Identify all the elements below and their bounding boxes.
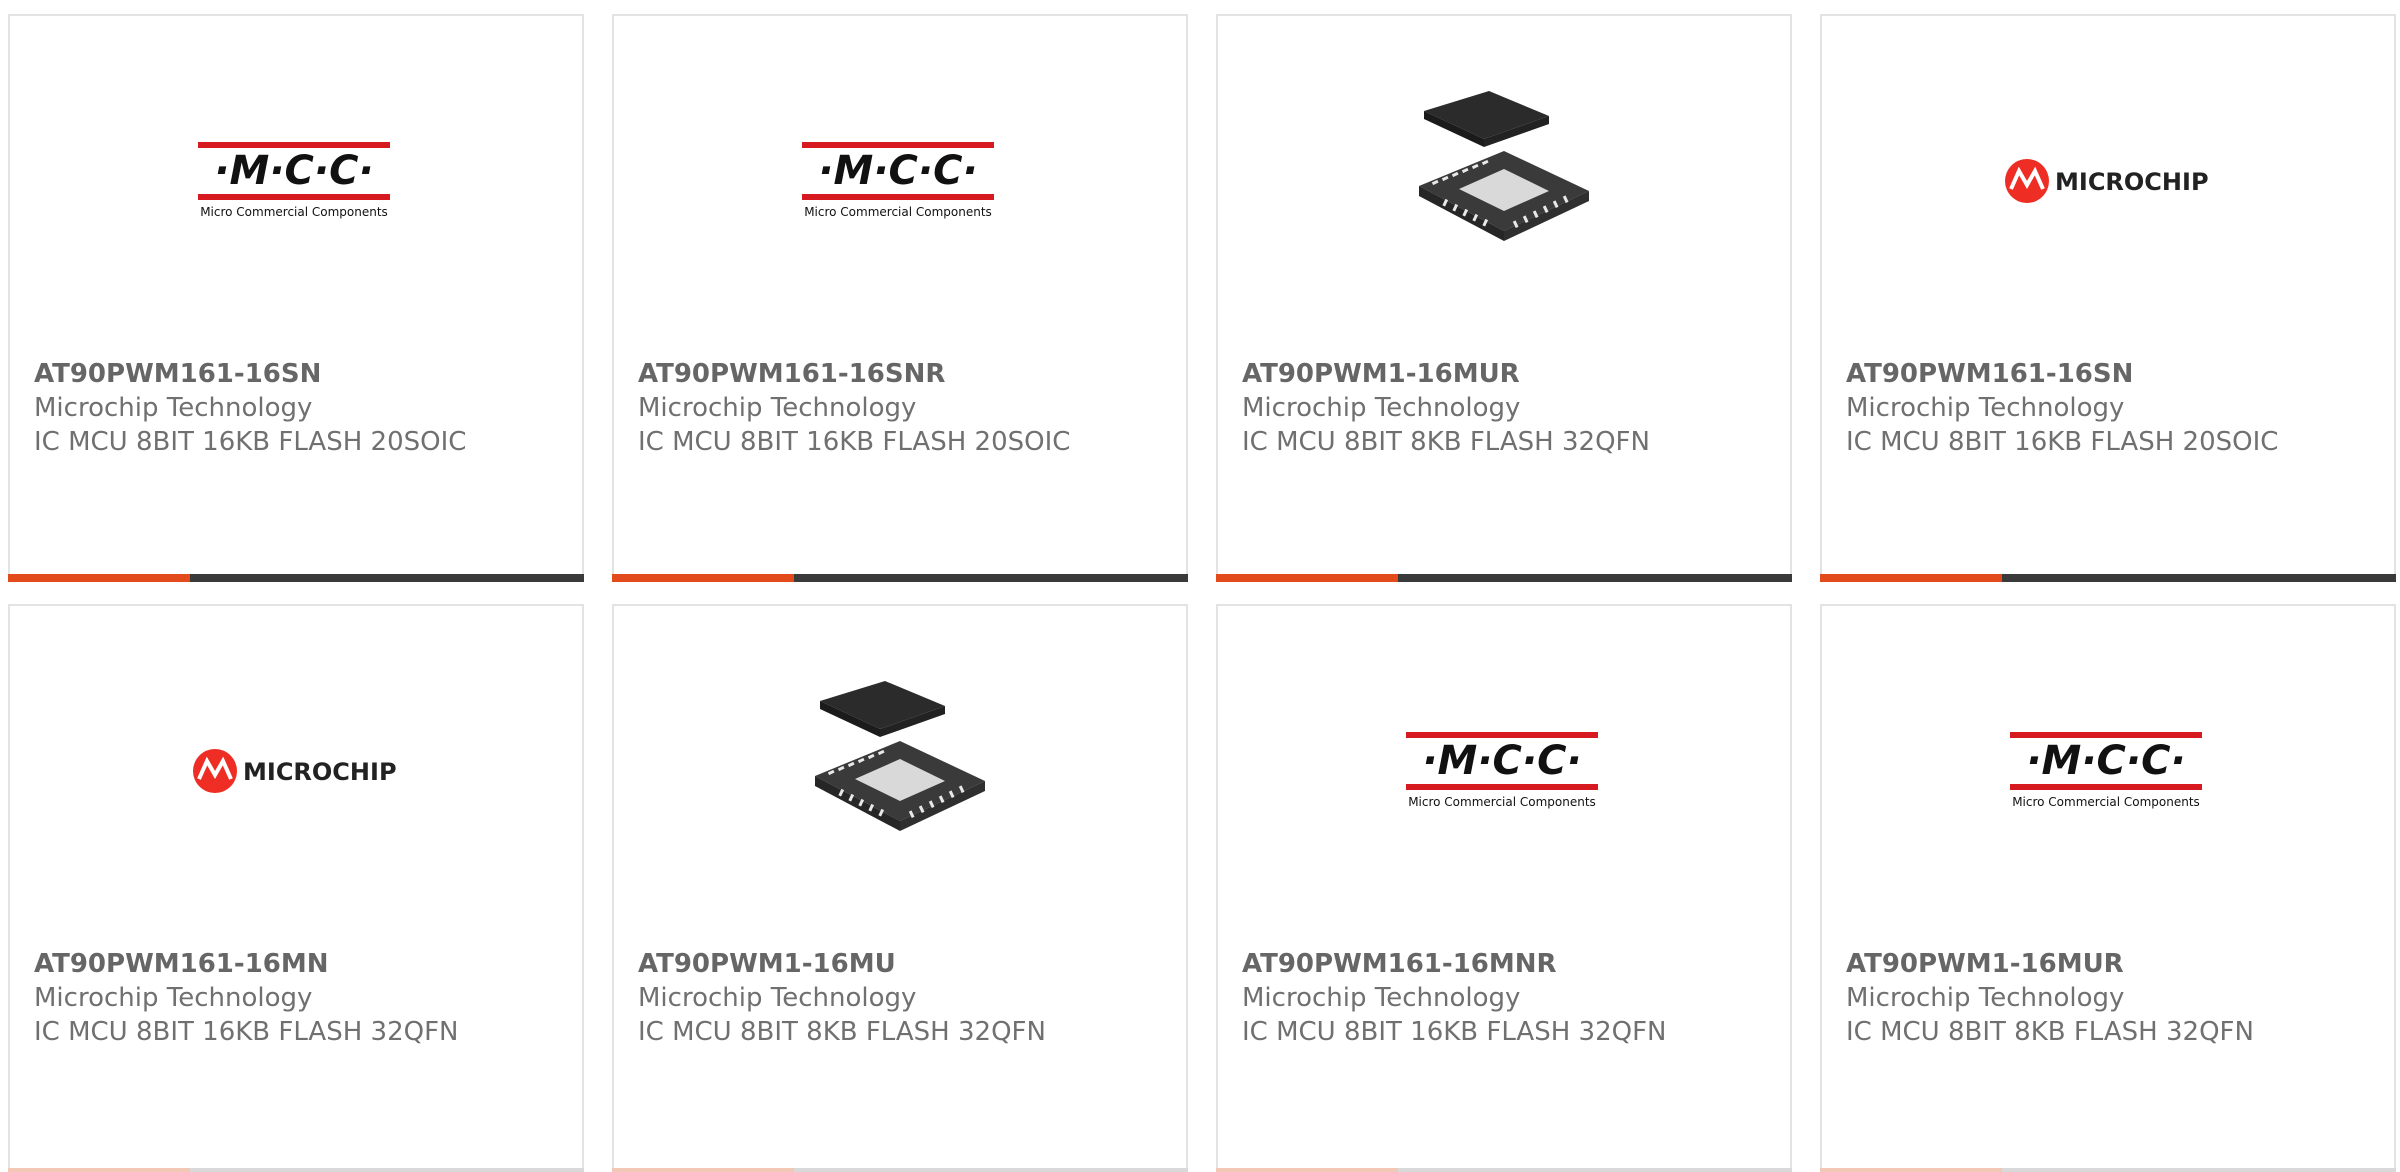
description: IC MCU 8BIT 16KB FLASH 32QFN: [1242, 1017, 1667, 1047]
svg-text:·M·C·C·: ·M·C·C·: [818, 148, 977, 194]
svg-text:Micro Commercial Components: Micro Commercial Components: [200, 205, 388, 219]
product-image[interactable]: MICROCHIP: [10, 606, 582, 936]
part-number[interactable]: AT90PWM1-16MUR: [1846, 947, 2366, 981]
card-bottom-bar: [1216, 574, 1792, 582]
part-number[interactable]: AT90PWM161-16SN: [34, 357, 554, 391]
description: IC MCU 8BIT 16KB FLASH 20SOIC: [1846, 427, 2279, 457]
description: IC MCU 8BIT 16KB FLASH 20SOIC: [638, 427, 1071, 457]
product-card[interactable]: AT90PWM1-16MUR Microchip Technology IC M…: [1216, 14, 1792, 582]
card-accent: [1820, 1168, 2002, 1172]
product-card[interactable]: ·M·C·C· Micro Commercial Components AT90…: [1820, 604, 2396, 1172]
svg-text:MICROCHIP: MICROCHIP: [2055, 168, 2209, 196]
card-accent: [8, 1168, 190, 1172]
card-accent: [1216, 1168, 1398, 1172]
product-grid: ·M·C·C· Micro Commercial Components AT90…: [8, 14, 2400, 1172]
svg-text:·M·C·C·: ·M·C·C·: [2026, 738, 2185, 784]
product-image[interactable]: ·M·C·C· Micro Commercial Components: [1822, 606, 2394, 936]
card-bottom-bar: [8, 574, 584, 582]
manufacturer: Microchip Technology: [1242, 393, 1521, 423]
product-image[interactable]: [1218, 16, 1790, 346]
svg-text:MICROCHIP: MICROCHIP: [243, 758, 397, 786]
svg-text:·M·C·C·: ·M·C·C·: [214, 148, 373, 194]
svg-text:Micro Commercial Components: Micro Commercial Components: [2012, 795, 2200, 809]
description: IC MCU 8BIT 16KB FLASH 32QFN: [34, 1017, 459, 1047]
manufacturer: Microchip Technology: [638, 393, 917, 423]
card-accent: [8, 574, 190, 582]
product-card[interactable]: ·M·C·C· Micro Commercial Components AT90…: [8, 14, 584, 582]
manufacturer: Microchip Technology: [34, 983, 313, 1013]
mcc-logo: ·M·C·C· Micro Commercial Components: [2010, 732, 2202, 809]
card-accent: [612, 574, 794, 582]
product-info: AT90PWM161-16MN Microchip Technology IC …: [34, 947, 554, 1049]
description: IC MCU 8BIT 8KB FLASH 32QFN: [1242, 427, 1650, 457]
part-number[interactable]: AT90PWM1-16MUR: [1242, 357, 1762, 391]
product-image[interactable]: MICROCHIP: [1822, 16, 2394, 346]
product-image[interactable]: ·M·C·C· Micro Commercial Components: [10, 16, 582, 346]
manufacturer: Microchip Technology: [638, 983, 917, 1013]
card-bottom-bar: [1216, 1168, 1792, 1172]
product-info: AT90PWM1-16MUR Microchip Technology IC M…: [1846, 947, 2366, 1049]
product-card[interactable]: MICROCHIP AT90PWM161-16MN Microchip Tech…: [8, 604, 584, 1172]
product-info: AT90PWM1-16MU Microchip Technology IC MC…: [638, 947, 1158, 1049]
mcc-logo: ·M·C·C· Micro Commercial Components: [198, 142, 390, 219]
card-bottom-bar: [1820, 574, 2396, 582]
microchip-logo: MICROCHIP: [2005, 159, 2209, 203]
product-card[interactable]: AT90PWM1-16MU Microchip Technology IC MC…: [612, 604, 1188, 1172]
part-number[interactable]: AT90PWM161-16SN: [1846, 357, 2366, 391]
manufacturer: Microchip Technology: [1846, 983, 2125, 1013]
part-number[interactable]: AT90PWM161-16SNR: [638, 357, 1158, 391]
product-image[interactable]: ·M·C·C· Micro Commercial Components: [614, 16, 1186, 346]
qfn-package-image: [1419, 91, 1589, 241]
part-number[interactable]: AT90PWM161-16MNR: [1242, 947, 1762, 981]
svg-text:Micro Commercial Components: Micro Commercial Components: [804, 205, 992, 219]
card-accent: [1820, 574, 2002, 582]
mcc-logo: ·M·C·C· Micro Commercial Components: [1406, 732, 1598, 809]
card-bottom-bar: [1820, 1168, 2396, 1172]
product-card[interactable]: ·M·C·C· Micro Commercial Components AT90…: [612, 14, 1188, 582]
card-bottom-bar: [612, 1168, 1188, 1172]
card-bottom-bar: [612, 574, 1188, 582]
card-bottom-bar: [8, 1168, 584, 1172]
product-card[interactable]: MICROCHIP AT90PWM161-16SN Microchip Tech…: [1820, 14, 2396, 582]
product-info: AT90PWM161-16MNR Microchip Technology IC…: [1242, 947, 1762, 1049]
manufacturer: Microchip Technology: [34, 393, 313, 423]
svg-text:Micro Commercial Components: Micro Commercial Components: [1408, 795, 1596, 809]
description: IC MCU 8BIT 8KB FLASH 32QFN: [1846, 1017, 2254, 1047]
product-info: AT90PWM1-16MUR Microchip Technology IC M…: [1242, 357, 1762, 459]
description: IC MCU 8BIT 16KB FLASH 20SOIC: [34, 427, 467, 457]
qfn-package-image: [815, 681, 985, 831]
manufacturer: Microchip Technology: [1846, 393, 2125, 423]
microchip-logo: MICROCHIP: [193, 749, 397, 793]
product-info: AT90PWM161-16SN Microchip Technology IC …: [1846, 357, 2366, 459]
product-image[interactable]: ·M·C·C· Micro Commercial Components: [1218, 606, 1790, 936]
product-info: AT90PWM161-16SNR Microchip Technology IC…: [638, 357, 1158, 459]
mcc-logo: ·M·C·C· Micro Commercial Components: [802, 142, 994, 219]
manufacturer: Microchip Technology: [1242, 983, 1521, 1013]
part-number[interactable]: AT90PWM161-16MN: [34, 947, 554, 981]
card-accent: [612, 1168, 794, 1172]
product-info: AT90PWM161-16SN Microchip Technology IC …: [34, 357, 554, 459]
card-accent: [1216, 574, 1398, 582]
product-card[interactable]: ·M·C·C· Micro Commercial Components AT90…: [1216, 604, 1792, 1172]
description: IC MCU 8BIT 8KB FLASH 32QFN: [638, 1017, 1046, 1047]
part-number[interactable]: AT90PWM1-16MU: [638, 947, 1158, 981]
svg-text:·M·C·C·: ·M·C·C·: [1422, 738, 1581, 784]
product-image[interactable]: [614, 606, 1186, 936]
